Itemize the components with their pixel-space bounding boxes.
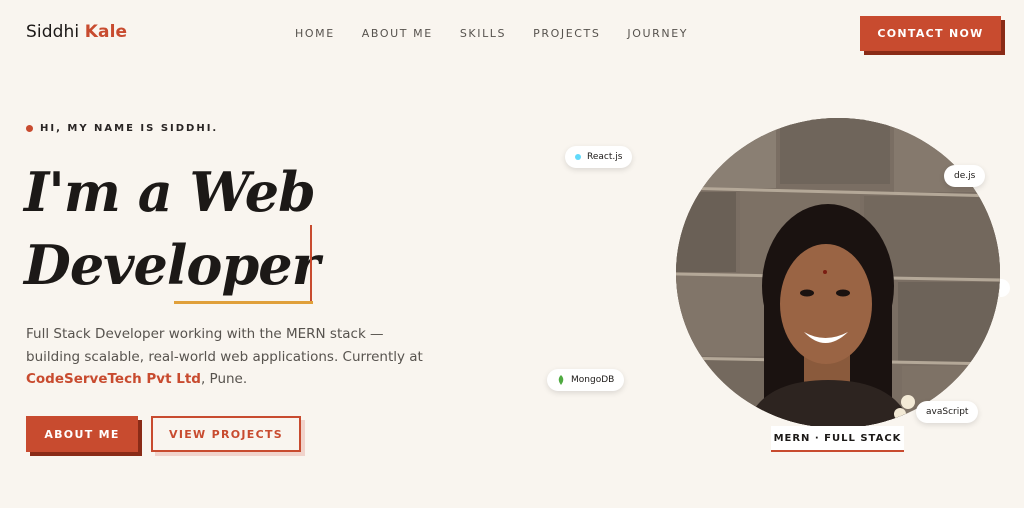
headline-line-2: Developer xyxy=(24,233,320,297)
leaf-icon xyxy=(558,375,564,385)
hero-eyebrow: HI, MY NAME IS SIDDHI. xyxy=(26,123,218,134)
skill-chip-label: React.js xyxy=(587,152,623,162)
skill-chip-node: de.js xyxy=(944,165,986,187)
carousel-edge-indicator xyxy=(1000,279,1010,297)
projects-button-wrap: VIEW PROJECTS xyxy=(151,416,305,456)
nav-item-journey[interactable]: JOURNEY xyxy=(627,27,688,40)
view-projects-button[interactable]: VIEW PROJECTS xyxy=(151,416,301,452)
about-button-wrap: ABOUT ME xyxy=(26,416,142,456)
contact-now-button[interactable]: CONTACT NOW xyxy=(860,16,1001,51)
top-nav: Siddhi Kale HOME ABOUT ME SKILLS PROJECT… xyxy=(0,0,1024,66)
nav-item-about[interactable]: ABOUT ME xyxy=(362,27,433,40)
skill-chip-label: de.js xyxy=(954,171,976,181)
eyebrow-text: HI, MY NAME IS SIDDHI. xyxy=(40,123,219,134)
typing-cursor xyxy=(310,225,312,301)
nav-item-skills[interactable]: SKILLS xyxy=(460,27,506,40)
company-link[interactable]: CodeServeTech Pvt Ltd xyxy=(26,371,201,387)
skill-chip-react: React.js xyxy=(565,146,633,168)
nav-item-projects[interactable]: PROJECTS xyxy=(533,27,600,40)
site-logo[interactable]: Siddhi Kale xyxy=(26,22,127,42)
skill-chip-javascript: avaScript xyxy=(916,401,979,423)
headline-line-1: I'm a Web xyxy=(24,160,316,224)
description-location: , Pune. xyxy=(200,371,248,387)
description-text: Full Stack Developer working with the ME… xyxy=(26,326,423,365)
hero-headline: I'm a Web Developer xyxy=(24,156,320,302)
main-menu: HOME ABOUT ME SKILLS PROJECTS JOURNEY xyxy=(295,27,715,40)
skill-chip-label: avaScript xyxy=(926,407,969,417)
logo-first-name: Siddhi xyxy=(26,22,80,42)
react-icon xyxy=(575,154,581,160)
contact-button-wrap: CONTACT NOW xyxy=(860,16,1005,55)
skill-chip-label: MongoDB xyxy=(571,375,615,385)
skill-chip-mongodb: MongoDB xyxy=(547,369,625,391)
eyebrow-dot xyxy=(26,125,33,132)
about-me-button[interactable]: ABOUT ME xyxy=(26,416,138,452)
logo-last-name: Kale xyxy=(84,22,128,42)
hero-description: Full Stack Developer working with the ME… xyxy=(26,323,436,391)
headline-underline xyxy=(174,301,313,304)
stack-badge: MERN · FULL STACK xyxy=(771,426,904,452)
nav-item-home[interactable]: HOME xyxy=(295,27,335,40)
